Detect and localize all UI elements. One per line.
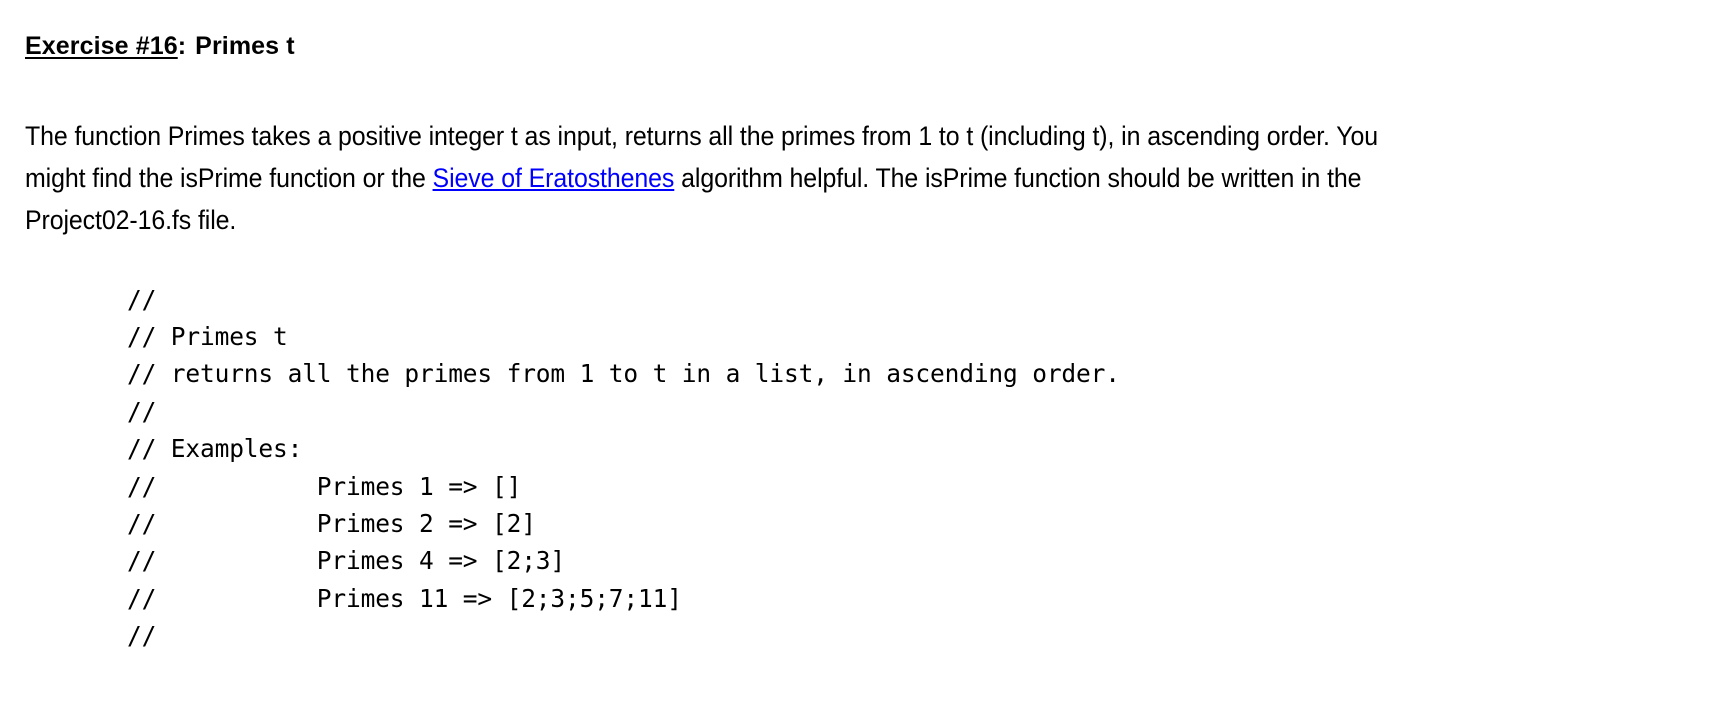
code-line: // [127,621,157,651]
sieve-of-eratosthenes-link[interactable]: Sieve of Eratosthenes [433,163,675,193]
code-comment-block: // // Primes t // returns all the primes f… [127,281,1120,655]
page-title: Exercise #16: Primes t [25,31,295,61]
document-page: Exercise #16: Primes t The function Prime… [0,0,1726,719]
code-line: // [127,284,157,314]
code-line: // Primes 2 => [2] [127,508,536,538]
code-line: // [127,396,157,426]
exercise-number-label: Exercise #16 [25,31,178,60]
code-line: // returns all the primes from 1 to t in… [127,359,1120,389]
exercise-description: The function Primes takes a positive int… [25,115,1416,241]
code-line: // Primes 4 => [2;3] [127,546,566,576]
exercise-title-name: Primes t [195,31,295,60]
code-line: // Primes 11 => [2;3;5;7;11] [127,583,682,613]
title-colon: : [177,31,187,60]
code-line: // Primes 1 => [] [127,471,522,501]
code-line: // Examples: [127,434,303,464]
code-line: // Primes t [127,321,288,351]
